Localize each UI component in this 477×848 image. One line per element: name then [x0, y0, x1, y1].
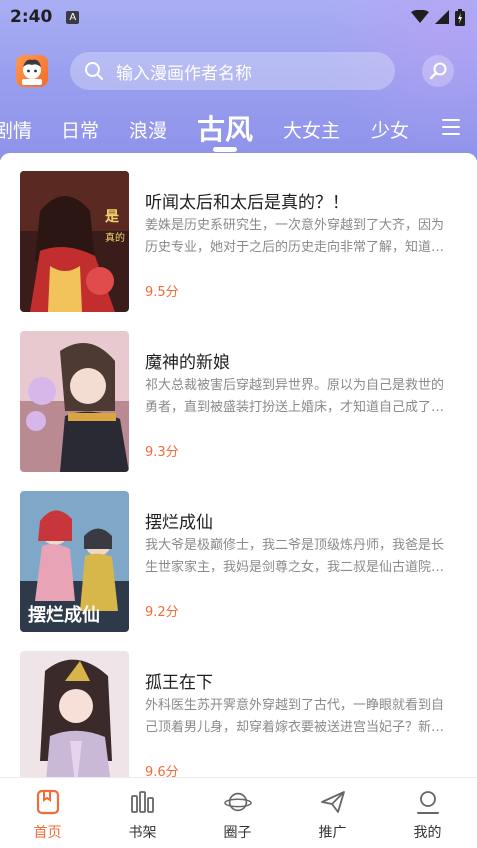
comic-title: 孤王在下: [145, 673, 213, 693]
tab-ancient[interactable]: 古风: [197, 108, 253, 148]
svg-text:是: 是: [105, 209, 120, 225]
home-book-icon: [34, 788, 62, 816]
notification-icon: A: [66, 10, 80, 24]
comic-cover[interactable]: [20, 331, 129, 472]
search-row: 输入漫画作者名称: [0, 52, 477, 92]
nav-promote[interactable]: 推广: [285, 778, 380, 848]
comic-description: 外科医生苏开霁意外穿越到了古代，一睁眼就看到自己顶着男儿身，却穿着嫁衣要被送进宫…: [145, 698, 445, 735]
comic-score: 9.5分: [145, 285, 179, 300]
comic-cover[interactable]: 摆烂成仙: [20, 491, 129, 632]
comic-title: 摆烂成仙: [145, 513, 213, 533]
bookshelf-icon: [129, 788, 157, 816]
nav-label: 圈子: [223, 825, 252, 841]
comic-list: 是 真的 听闻太后和太后是真的？！ 姜姝是历史系研究生，一次意外穿越到了大齐，因…: [0, 153, 477, 777]
comic-cover[interactable]: 是 真的: [20, 171, 129, 312]
search-magnifier-icon: [429, 62, 447, 80]
paper-plane-icon: [319, 788, 347, 816]
comic-description: 祁大总裁被害后穿越到异世界。原以为自己是救世的勇者，直到被盛装打扮送上婚床，才知…: [145, 378, 445, 415]
app-logo[interactable]: [16, 55, 48, 87]
nav-profile[interactable]: 我的: [380, 778, 475, 848]
tab-heroine[interactable]: 大女主: [283, 116, 340, 143]
active-tab-indicator: [213, 147, 237, 152]
tab-daily[interactable]: 日常: [61, 116, 99, 143]
wifi-icon: [411, 10, 429, 23]
tab-drama[interactable]: 剧情: [0, 116, 32, 143]
nav-label: 我的: [413, 825, 442, 841]
nav-home[interactable]: 首页: [0, 778, 95, 848]
search-icon: [85, 62, 103, 80]
nav-bookshelf[interactable]: 书架: [95, 778, 190, 848]
comic-cover[interactable]: [20, 651, 129, 777]
category-tabs: 剧情 日常 浪漫 古风 大女主 少女: [0, 100, 477, 156]
list-item[interactable]: 魔神的新娘 祁大总裁被害后穿越到异世界。原以为自己是救世的勇者，直到被盛装打扮送…: [0, 313, 477, 473]
battery-icon: [455, 8, 465, 26]
comic-title: 听闻太后和太后是真的？！: [145, 193, 349, 213]
search-input[interactable]: 输入漫画作者名称: [70, 52, 395, 90]
nav-label: 首页: [33, 825, 62, 841]
tab-romance[interactable]: 浪漫: [129, 116, 167, 143]
signal-icon: [435, 10, 449, 24]
comic-score: 9.3分: [145, 445, 179, 460]
menu-icon[interactable]: [442, 119, 460, 135]
comic-description: 我大爷是极巅修士，我二爷是顶级炼丹师，我爸是长生世家家主，我妈是剑尊之女，我二叔…: [145, 538, 445, 575]
svg-text:摆烂成仙: 摆烂成仙: [28, 604, 100, 626]
planet-icon: [223, 788, 252, 816]
search-placeholder: 输入漫画作者名称: [116, 63, 252, 84]
nav-label: 书架: [128, 825, 157, 841]
comic-title: 魔神的新娘: [145, 353, 230, 373]
nav-label: 推广: [318, 825, 347, 841]
tab-shoujo[interactable]: 少女: [371, 116, 409, 143]
list-item[interactable]: 孤王在下 外科医生苏开霁意外穿越到了古代，一睁眼就看到自己顶着男儿身，却穿着嫁衣…: [0, 633, 477, 777]
comic-score: 9.6分: [145, 765, 179, 777]
search-button[interactable]: [422, 55, 454, 87]
bottom-nav: 首页 书架 圈子 推广 我的: [0, 777, 477, 848]
status-time: 2:40: [10, 7, 53, 27]
comic-description: 姜姝是历史系研究生，一次意外穿越到了大齐，因为历史专业，她对于之后的历史走向非常…: [145, 218, 445, 255]
status-bar: 2:40 A: [0, 0, 477, 34]
comic-score: 9.2分: [145, 605, 179, 620]
list-item[interactable]: 摆烂成仙 摆烂成仙 我大爷是极巅修士，我二爷是顶级炼丹师，我爸是长生世家家主，我…: [0, 473, 477, 633]
nav-circle[interactable]: 圈子: [190, 778, 285, 848]
list-item[interactable]: 是 真的 听闻太后和太后是真的？！ 姜姝是历史系研究生，一次意外穿越到了大齐，因…: [0, 153, 477, 313]
svg-text:真的: 真的: [105, 231, 125, 244]
status-icons: [411, 8, 465, 26]
profile-icon: [414, 788, 442, 816]
